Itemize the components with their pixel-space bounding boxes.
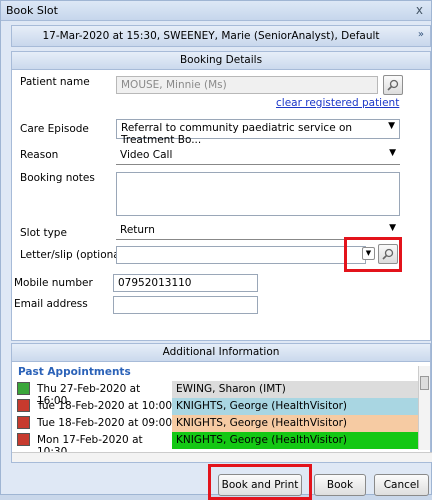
horizontal-scrollbar[interactable] bbox=[12, 452, 432, 462]
patient-search-button[interactable] bbox=[383, 75, 403, 95]
appointment-row[interactable]: Tue 18-Feb-2020 at 10:00 KNIGHTS, George … bbox=[15, 398, 420, 415]
appointment-clinician: KNIGHTS, George (HealthVisitor) bbox=[172, 398, 420, 415]
clear-registered-patient-link[interactable]: clear registered patient bbox=[276, 97, 399, 109]
collapse-icon[interactable]: » bbox=[418, 29, 424, 40]
search-icon bbox=[387, 79, 399, 91]
past-appointments-label: Past Appointments bbox=[18, 366, 131, 378]
calendar-icon bbox=[17, 416, 30, 429]
calendar-icon bbox=[17, 433, 30, 446]
appointment-row[interactable]: Mon 17-Feb-2020 at 10:30KNIGHTS, George … bbox=[15, 432, 420, 458]
cancel-button[interactable]: Cancel bbox=[374, 474, 429, 496]
booking-notes-label: Booking notes bbox=[20, 172, 95, 184]
patient-name-label: Patient name bbox=[20, 76, 90, 88]
appointment-clinician: EWING, Sharon (IMT) bbox=[172, 381, 420, 398]
vertical-scrollbar[interactable] bbox=[418, 366, 430, 450]
mobile-number-label: Mobile number bbox=[14, 277, 93, 289]
care-episode-select[interactable]: Referral to community paediatric service… bbox=[116, 119, 400, 146]
close-icon[interactable]: x bbox=[416, 3, 423, 17]
slot-summary-bar[interactable]: 17-Mar-2020 at 15:30, SWEENEY, Marie (Se… bbox=[11, 25, 431, 47]
additional-information-panel: Additional Information Past Appointments… bbox=[11, 343, 432, 463]
email-address-label: Email address bbox=[14, 298, 88, 310]
reason-select[interactable]: Video Call ▼ bbox=[116, 147, 400, 165]
calendar-icon bbox=[17, 399, 30, 412]
booking-notes-input[interactable] bbox=[116, 172, 400, 216]
appointment-clinician: KNIGHTS, George (HealthVisitor) bbox=[172, 415, 420, 432]
letter-slip-label: Letter/slip (optional) bbox=[20, 249, 127, 261]
booking-details-header: Booking Details bbox=[12, 52, 430, 70]
appointment-date: Tue 18-Feb-2020 at 10:00 bbox=[37, 400, 173, 412]
appointment-row[interactable]: Tue 18-Feb-2020 at 09:00 KNIGHTS, George … bbox=[15, 415, 420, 432]
title-bar: Book Slot x bbox=[1, 1, 431, 21]
care-episode-value: Referral to community paediatric service… bbox=[121, 122, 353, 146]
mobile-number-input[interactable]: 07952013110 bbox=[113, 274, 258, 292]
book-button[interactable]: Book bbox=[314, 474, 366, 496]
patient-name-field: MOUSE, Minnie (Ms) bbox=[116, 76, 378, 94]
additional-information-header: Additional Information bbox=[12, 344, 430, 362]
appointment-clinician: KNIGHTS, George (HealthVisitor) bbox=[172, 432, 420, 449]
reason-label: Reason bbox=[20, 149, 59, 161]
booking-details-panel: Booking Details Patient name MOUSE, Minn… bbox=[11, 51, 431, 341]
chevron-down-icon: ▼ bbox=[389, 148, 396, 158]
button-bar: Book and Print Book Cancel bbox=[1, 463, 432, 500]
letter-slip-input[interactable] bbox=[116, 246, 366, 264]
highlight-annotation bbox=[344, 237, 402, 272]
slot-type-value: Return bbox=[120, 224, 155, 236]
slot-summary-text: 17-Mar-2020 at 15:30, SWEENEY, Marie (Se… bbox=[42, 30, 380, 42]
scrollbar-thumb[interactable] bbox=[420, 376, 429, 390]
slot-type-label: Slot type bbox=[20, 227, 67, 239]
book-slot-dialog: Book Slot x 17-Mar-2020 at 15:30, SWEENE… bbox=[0, 0, 432, 500]
appointment-row[interactable]: Thu 27-Feb-2020 at 16:00 EWING, Sharon (I… bbox=[15, 381, 420, 407]
reason-value: Video Call bbox=[120, 149, 173, 161]
email-address-input[interactable] bbox=[113, 296, 258, 314]
chevron-down-icon: ▼ bbox=[389, 223, 396, 233]
check-icon bbox=[17, 382, 30, 395]
appointment-date: Tue 18-Feb-2020 at 09:00 bbox=[37, 417, 173, 429]
window-title: Book Slot bbox=[6, 4, 58, 17]
care-episode-label: Care Episode bbox=[20, 123, 89, 135]
chevron-down-icon: ▼ bbox=[388, 121, 395, 131]
